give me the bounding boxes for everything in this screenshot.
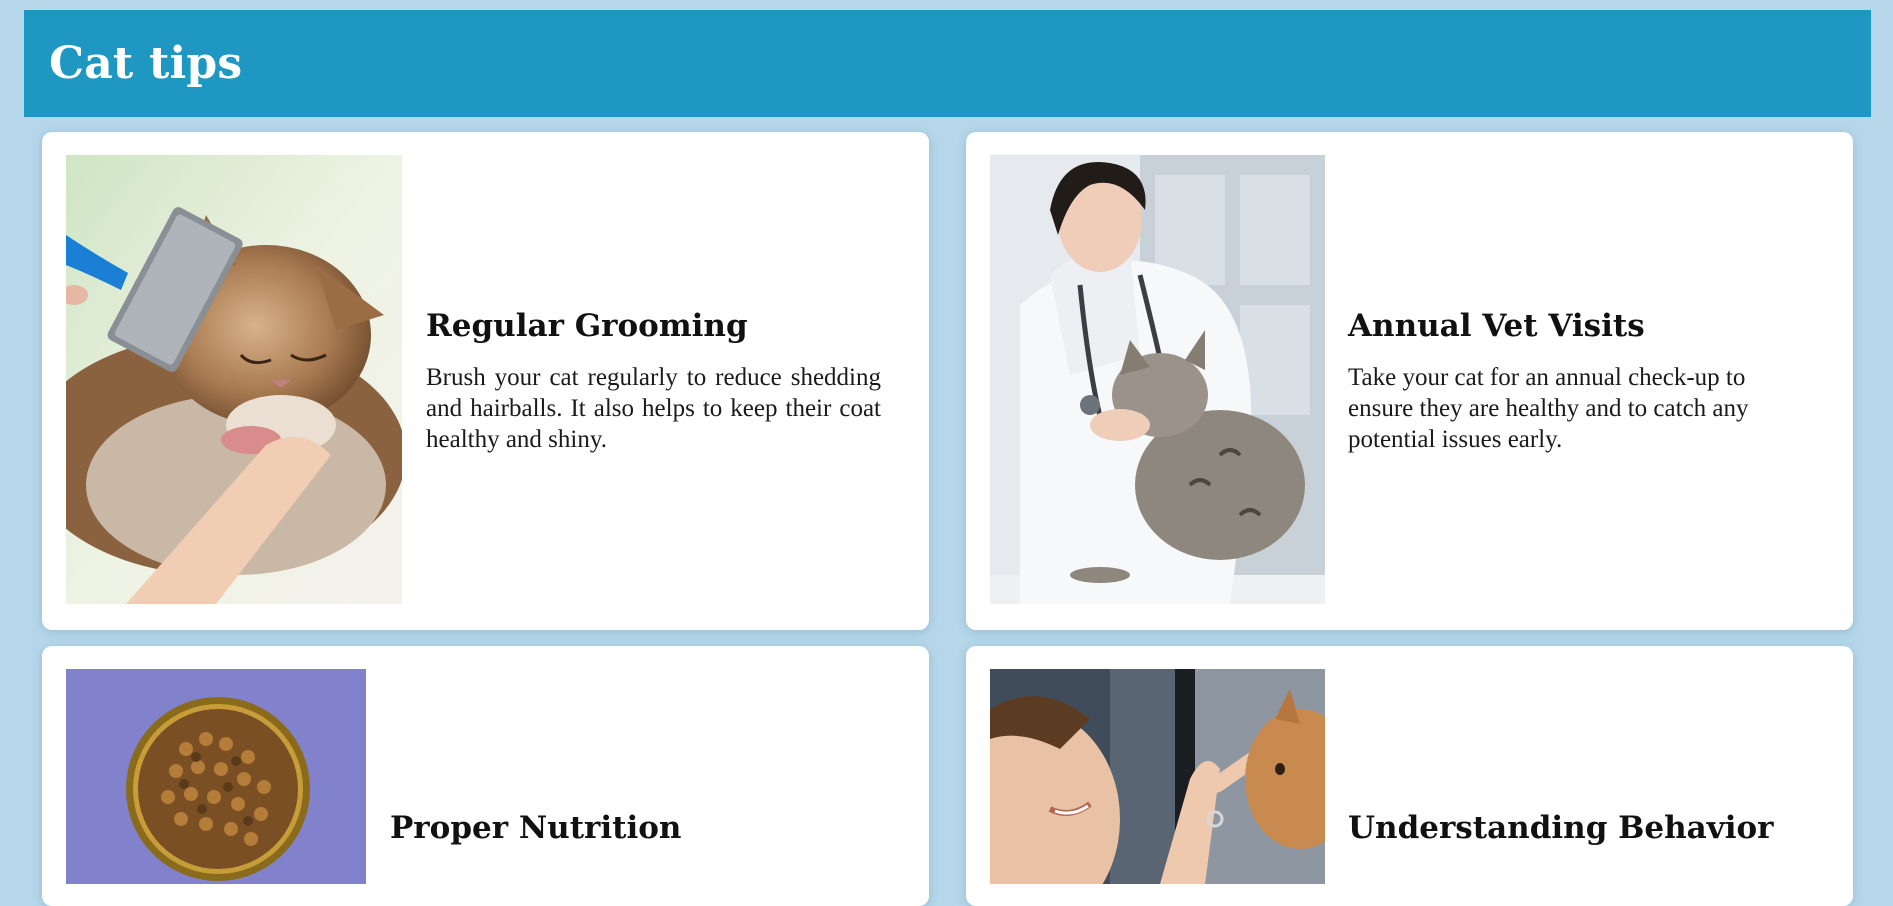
vet-with-cat-photo (990, 155, 1325, 604)
tip-card-grooming: Regular Grooming Brush your cat regularl… (42, 132, 929, 630)
tip-card-title: Annual Vet Visits (1348, 307, 1645, 344)
page-header: Cat tips (24, 10, 1871, 117)
tip-card-title: Understanding Behavior (1348, 810, 1774, 846)
tip-card-nutrition-content: Proper Nutrition (390, 646, 881, 906)
tip-card-vet-content: Annual Vet Visits Take your cat for an a… (1348, 132, 1805, 630)
tip-card-title: Proper Nutrition (390, 810, 682, 846)
tip-card-nutrition: Proper Nutrition (42, 646, 929, 906)
tip-card-behavior: Understanding Behavior (966, 646, 1853, 906)
tip-card-text: Take your cat for an annual check-up to … (1348, 363, 1749, 453)
tip-card-title: Regular Grooming (426, 307, 748, 344)
cat-grooming-photo (66, 155, 402, 604)
page-title: Cat tips (49, 38, 243, 89)
tip-card-vet: Annual Vet Visits Take your cat for an a… (966, 132, 1853, 630)
woman-with-kitten-photo (990, 669, 1325, 884)
tip-card-text: Brush your cat regularly to reduce shedd… (426, 363, 881, 453)
tip-card-behavior-content: Understanding Behavior (1348, 646, 1805, 906)
cat-food-bowl-photo (66, 669, 366, 884)
tip-card-grooming-content: Regular Grooming Brush your cat regularl… (426, 132, 881, 630)
